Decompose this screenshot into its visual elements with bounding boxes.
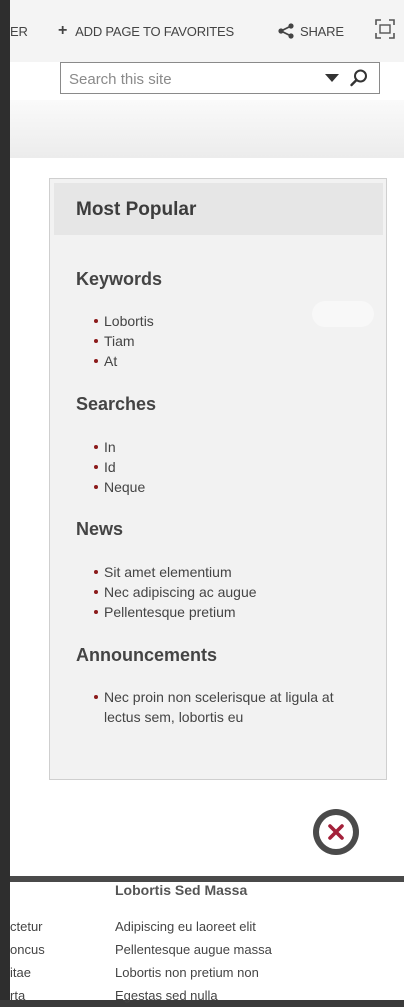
section-title-news: News [76, 519, 124, 539]
bottom-left-column: ctetur oncus itae rta [10, 915, 60, 1007]
list-item[interactable]: Sit amet elementium [94, 562, 257, 582]
search-row [10, 62, 404, 100]
ribbon-partial-item[interactable]: ER [10, 20, 28, 42]
focus-mode-icon [375, 19, 395, 39]
search-link[interactable]: Neque [104, 479, 145, 495]
add-to-favorites-label: ADD PAGE TO FAVORITES [75, 23, 234, 39]
news-link[interactable]: Sit amet elementium [104, 564, 232, 580]
list-item[interactable]: Egestas sed nulla [115, 984, 272, 1007]
news-list: Sit amet elementium Nec adipiscing ac au… [94, 562, 257, 622]
bottom-right-column: Adipiscing eu laoreet elit Pellentesque … [115, 915, 272, 1007]
list-item[interactable]: Neque [94, 477, 145, 497]
close-icon [328, 824, 344, 840]
share-icon [278, 23, 294, 39]
close-button-face [319, 815, 353, 849]
add-to-favorites-button[interactable]: + ADD PAGE TO FAVORITES [58, 20, 234, 42]
list-item[interactable]: oncus [10, 938, 60, 961]
list-item[interactable]: Id [94, 457, 145, 477]
searches-list: In Id Neque [94, 437, 145, 497]
announcements-list: Nec proin non scelerisque at ligula at l… [94, 687, 344, 727]
ribbon-partial-label: ER [10, 23, 28, 39]
panel-title: Most Popular [76, 199, 197, 220]
keywords-list: Lobortis Tiam At [94, 311, 154, 371]
list-item[interactable]: Tiam [94, 331, 154, 351]
section-title-keywords: Keywords [76, 269, 163, 289]
list-item[interactable]: Nec proin non scelerisque at ligula at l… [94, 687, 344, 727]
announcement-link[interactable]: Nec proin non scelerisque at ligula at l… [104, 689, 334, 725]
list-item[interactable]: Adipiscing eu laoreet elit [115, 915, 272, 938]
top-ribbon: ER + ADD PAGE TO FAVORITES SHARE [10, 0, 404, 63]
search-link[interactable]: In [104, 439, 116, 455]
caret-down-icon[interactable] [325, 74, 339, 82]
list-item[interactable]: Pellentesque augue massa [115, 938, 272, 961]
section-title-searches: Searches [76, 394, 157, 414]
most-popular-panel: Most Popular Keywords Lobortis Tiam At S… [49, 178, 387, 780]
list-item[interactable]: rta [10, 984, 60, 1007]
list-item[interactable]: Lobortis [94, 311, 154, 331]
bottom-content: Lobortis Sed Massa ctetur oncus itae rta… [10, 882, 404, 1003]
search-link[interactable]: Id [104, 459, 116, 475]
list-item[interactable]: ctetur [10, 915, 60, 938]
plus-icon: + [58, 22, 68, 39]
keyword-link[interactable]: At [104, 353, 117, 369]
list-item[interactable]: Lobortis non pretium non [115, 961, 272, 984]
list-item[interactable]: At [94, 351, 154, 371]
panel-header: Most Popular [54, 183, 383, 235]
left-edge [0, 0, 10, 1000]
ghost-highlight [312, 301, 374, 327]
news-link[interactable]: Nec adipiscing ac augue [104, 584, 257, 600]
search-icon[interactable] [349, 68, 369, 88]
list-item[interactable]: Pellentesque pretium [94, 602, 257, 622]
list-item[interactable]: Nec adipiscing ac augue [94, 582, 257, 602]
search-box [60, 62, 380, 94]
list-item[interactable]: itae [10, 961, 60, 984]
share-button[interactable]: SHARE [278, 20, 344, 42]
news-link[interactable]: Pellentesque pretium [104, 604, 236, 620]
keyword-link[interactable]: Tiam [104, 333, 135, 349]
search-input[interactable] [67, 67, 321, 91]
close-button[interactable] [313, 809, 359, 855]
header-band [10, 100, 404, 158]
list-item[interactable]: In [94, 437, 145, 457]
bottom-heading: Lobortis Sed Massa [115, 882, 248, 898]
keyword-link[interactable]: Lobortis [104, 313, 154, 329]
section-title-announcements: Announcements [76, 645, 218, 665]
focus-mode-button[interactable] [374, 18, 396, 40]
share-label: SHARE [300, 23, 344, 39]
